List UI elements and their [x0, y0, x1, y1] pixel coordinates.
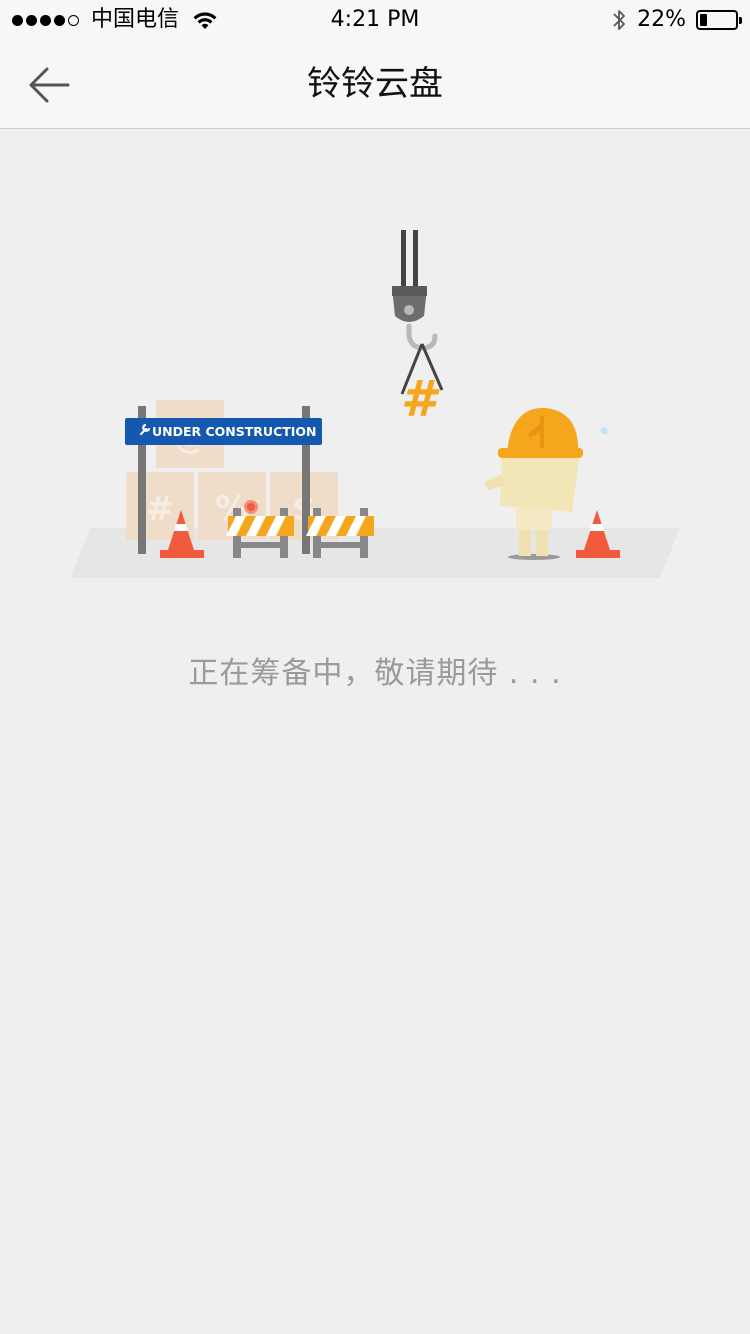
- crane-hook: #: [392, 230, 444, 428]
- battery-percent: 22%: [637, 7, 686, 32]
- sign-text: UNDER CONSTRUCTION: [152, 424, 317, 439]
- bluetooth-icon: [613, 10, 625, 30]
- construction-scene: @ # % $ UNDER CONSTRUCTION: [70, 230, 680, 578]
- battery-level: [700, 14, 707, 26]
- under-construction-illustration: @ # % $ UNDER CONSTRUCTION: [60, 220, 690, 590]
- status-right: 22%: [611, 6, 742, 34]
- hook-symbol: #: [401, 370, 440, 428]
- box-symbol: #: [146, 489, 175, 529]
- page-title: 铃铃云盘: [307, 64, 443, 104]
- battery-icon: [696, 10, 742, 30]
- status-bar: 中国电信 4:21 PM 22%: [0, 0, 750, 40]
- under-construction-sign: UNDER CONSTRUCTION: [125, 418, 322, 445]
- coming-soon-message: 正在筹备中，敬请期待 . . .: [188, 656, 562, 691]
- navigation-bar: 铃铃云盘: [0, 40, 750, 129]
